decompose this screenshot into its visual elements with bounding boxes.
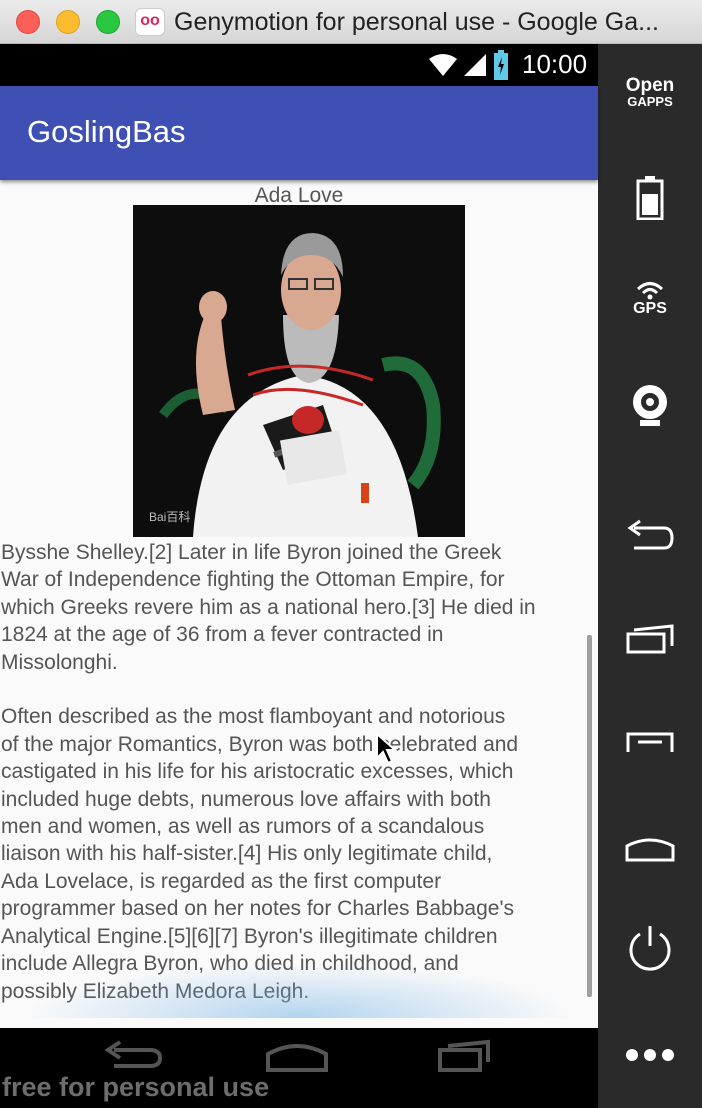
back-button[interactable] [598,518,702,552]
power-icon [629,926,671,971]
recent-apps-icon [626,624,674,654]
opengapps-button[interactable]: Open GAPPS [598,76,702,108]
zoom-window-button[interactable] [96,10,120,34]
menu-button[interactable] [598,730,702,754]
overscroll-glow [0,958,598,1018]
gps-button[interactable]: GPS [598,280,702,318]
app-toolbar: GoslingBas [0,86,598,180]
opengapps-label-gapps: GAPPS [627,94,673,109]
gps-label: GPS [633,300,667,317]
home-icon [625,838,675,862]
back-icon [627,519,674,550]
personal-use-watermark: free for personal use [2,1072,270,1102]
device-screen: 10:00 GoslingBas Ada Love Bai百科 Bysshe S… [0,44,598,1108]
portrait-photo: Bai百科 [133,205,465,537]
gps-icon [636,282,664,300]
battery-charging-icon [494,50,508,80]
battery-icon [636,176,664,220]
window-titlebar: oo Genymotion for personal use - Google … [0,0,702,44]
status-clock: 10:00 [522,49,588,79]
more-icon [626,1049,674,1061]
recent-apps-button[interactable] [598,622,702,656]
wifi-icon [429,54,457,76]
genymotion-toolbar: Open GAPPS GPS [598,44,702,1108]
scrollbar[interactable] [587,635,592,997]
nav-recents-icon[interactable] [434,1036,494,1076]
mouse-cursor-icon [376,732,397,765]
genymotion-app-icon: oo [135,8,165,36]
cell-signal-icon [464,54,486,76]
scroll-content[interactable]: Ada Love Bai百科 Bysshe Shelley.[2] Later … [0,180,598,1028]
power-button[interactable] [598,924,702,974]
menu-icon [626,732,674,752]
article-text: Bysshe Shelley.[2] Later in life Byron j… [1,541,536,1003]
more-options-button[interactable] [598,1046,702,1064]
battery-button[interactable] [598,176,702,220]
nav-home-icon[interactable] [264,1036,330,1076]
portrait-illustration [133,205,465,537]
nav-back-icon[interactable] [100,1036,164,1076]
webcam-icon [633,385,667,426]
window-title: Genymotion for personal use - Google Ga.… [174,8,659,36]
photo-watermark: Bai百科 [149,510,191,524]
app-title: GoslingBas [27,114,186,149]
opengapps-label-open: Open [625,75,675,96]
minimize-window-button[interactable] [56,10,80,34]
webcam-button[interactable] [598,382,702,428]
home-button[interactable] [598,832,702,864]
android-status-bar: 10:00 [0,44,598,86]
close-window-button[interactable] [16,10,40,34]
